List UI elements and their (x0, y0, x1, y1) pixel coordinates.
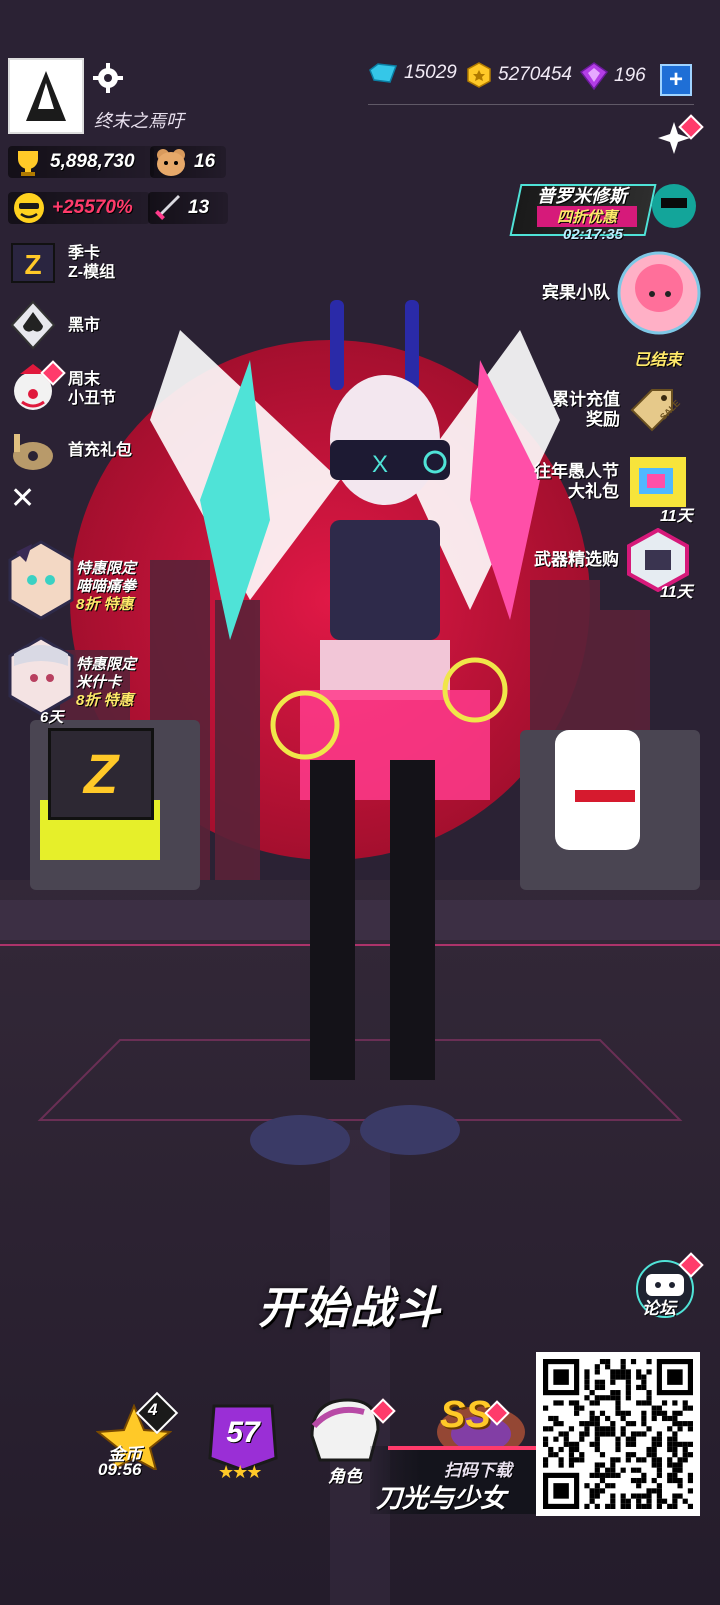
gold-collect-timer: 09:56 (98, 1460, 142, 1479)
crystal-value: 196 (614, 65, 646, 86)
divider (368, 104, 694, 105)
offer-character-icon (8, 636, 74, 716)
sword-icon (155, 195, 180, 220)
avatar-emblem-icon (26, 71, 66, 121)
season-card-line2: Z-模组 (68, 264, 116, 281)
offer-2-discount: 8折 特惠 (76, 692, 134, 709)
promo-subtitle: 四折优惠 (537, 206, 637, 227)
black-market-label: 黑市 (68, 316, 101, 334)
gold-collect-button[interactable]: 金币 09:56 4 (95, 1391, 179, 1484)
weapons-label: 武器精选购 (534, 550, 619, 569)
z-emblem-icon: Z (83, 742, 119, 805)
download-banner[interactable]: 扫码下载 刀光与少女 (370, 1446, 540, 1514)
forum-button[interactable]: 论坛 (634, 1252, 704, 1320)
menu-guests-squad[interactable]: 宾果小队 (542, 250, 702, 336)
offer-card-1[interactable]: 特惠限定 喵喵痛拳 8折 特惠 (6, 540, 156, 624)
guests-label: 宾果小队 (542, 283, 610, 302)
plus-icon: + (668, 66, 683, 93)
extra-menu-button[interactable] (656, 114, 704, 161)
bonus-stat: +25570% (8, 192, 150, 224)
level-value: 57 (226, 1416, 260, 1449)
menu-season-card[interactable]: Z 季卡 Z-模组 (8, 240, 115, 286)
gem-icon (369, 63, 398, 83)
bear-icon (157, 149, 185, 176)
offer-card-2[interactable]: 特惠限定 米什卡 8折 特惠 6天 (6, 636, 156, 726)
settings-button[interactable] (92, 62, 124, 99)
guests-status: 已结束 (634, 352, 683, 369)
promo-timer: 02:17:35 (563, 226, 624, 243)
offer-1-discount: 8折 特惠 (76, 596, 134, 613)
trophy-icon (18, 151, 38, 176)
gold-counter[interactable]: 5270454 (466, 62, 572, 88)
close-icon: ✕ (10, 482, 36, 515)
gold-count: 4 (148, 1400, 158, 1419)
level-button[interactable]: 57 ★★★ (206, 1402, 280, 1486)
offer-2-days: 6天 (40, 709, 64, 726)
gems-counter[interactable]: 15029 (368, 62, 457, 84)
clown-festival-line1: 周末 (68, 371, 101, 388)
smiley-icon (14, 193, 44, 223)
trophy-value: 5,898,730 (50, 151, 135, 172)
recharge-line2: 奖励 (586, 410, 620, 429)
offer-1-name: 喵喵痛拳 (76, 578, 137, 595)
weapons-days: 11天 (660, 584, 693, 601)
character-label: 角色 (328, 1467, 362, 1486)
offer-2-title: 特惠限定 (76, 656, 137, 673)
z-module-button[interactable]: Z (48, 728, 154, 820)
season-card-line1: 季卡 (68, 245, 101, 262)
level-stars-icon: ★★★ (218, 1462, 262, 1482)
qr-code[interactable] (536, 1352, 700, 1516)
first-charge-label: 首充礼包 (68, 441, 133, 459)
fools-days: 11天 (660, 508, 693, 525)
offer-2-name: 米什卡 (76, 674, 122, 691)
menu-first-charge[interactable]: 首充礼包 (8, 428, 132, 472)
gift-pouch-icon (13, 434, 53, 470)
download-banner-stripe (388, 1446, 538, 1450)
promo-title: 普罗米修斯 (537, 186, 627, 206)
svg-text:Z: Z (24, 249, 41, 280)
fools-line1: 往年愚人节 (534, 462, 619, 481)
fools-line2: 大礼包 (568, 482, 619, 501)
offer-character-icon (8, 540, 74, 620)
sword-stat: 13 (148, 192, 228, 224)
menu-black-market[interactable]: 黑市 (8, 300, 100, 350)
gold-coin-icon (467, 62, 491, 88)
svg-text:X: X (372, 451, 388, 478)
bear-stat: 16 (150, 146, 226, 178)
offer-1-title: 特惠限定 (76, 560, 137, 577)
prometheus-character-icon (652, 184, 696, 228)
gems-value: 15029 (404, 62, 457, 83)
crystal-counter[interactable]: 196 (580, 62, 646, 90)
menu-recharge-reward[interactable]: 累计充值 奖励 (552, 384, 678, 436)
menu-clown-festival[interactable]: 周末 小丑节 (8, 360, 117, 414)
download-title: 刀光与少女 (376, 1483, 507, 1513)
collapse-menu-button[interactable]: ✕ (10, 484, 35, 514)
avatar[interactable] (8, 58, 84, 134)
player-name: 终末之焉吁 (94, 111, 184, 131)
sword-value: 13 (188, 197, 210, 218)
start-battle-button[interactable]: 开始战斗 (240, 1272, 460, 1336)
promo-prometheus[interactable]: 普罗米修斯 四折优惠 02:17:35 (509, 176, 696, 243)
bear-value: 16 (194, 151, 216, 172)
z-badge-icon: Z (11, 243, 55, 283)
spade-card-icon (10, 300, 56, 350)
add-currency-button[interactable]: + (660, 64, 692, 96)
crystal-icon (580, 62, 608, 90)
guests-character-icon (617, 251, 701, 335)
gear-icon (93, 63, 123, 93)
bonus-value: +25570% (52, 197, 133, 218)
clown-festival-line2: 小丑节 (68, 390, 117, 407)
rank-value: SS (440, 1394, 491, 1436)
gold-value: 5270454 (498, 64, 572, 85)
qr-code-image (543, 1359, 693, 1509)
forum-label: 论坛 (642, 1299, 676, 1318)
recharge-line1: 累计充值 (552, 390, 620, 409)
trophy-stat: 5,898,730 (8, 146, 154, 178)
game-scene: X 终末之焉吁 15029 5270454 196 + 5,898,730 16… (0, 0, 720, 1605)
